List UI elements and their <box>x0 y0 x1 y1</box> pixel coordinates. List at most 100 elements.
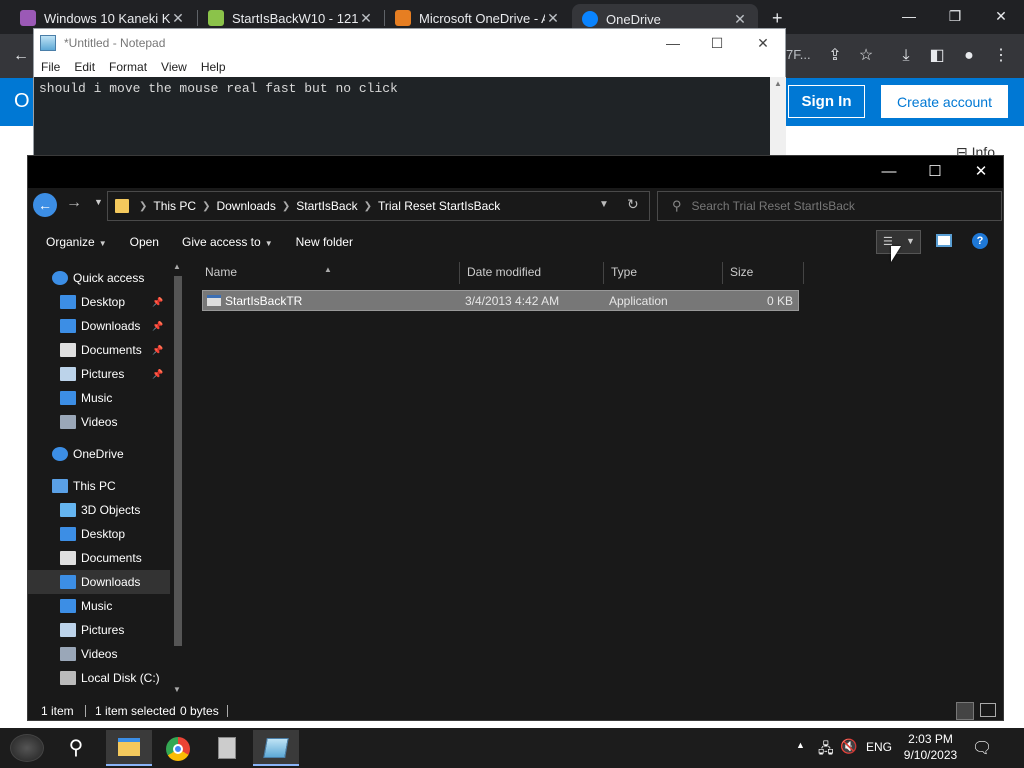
column-header-type[interactable]: Type <box>604 262 723 284</box>
column-header-name[interactable]: Name ▲ <box>198 262 460 284</box>
profile-icon[interactable]: ● <box>956 43 982 69</box>
share-icon[interactable]: ⇪ <box>822 43 848 69</box>
nav-item-desktop[interactable]: Desktop 📌 <box>28 290 170 314</box>
network-icon[interactable]: 🖧 <box>818 738 834 762</box>
menu-view[interactable]: View <box>154 57 194 77</box>
open-button[interactable]: Open <box>130 235 159 249</box>
back-arrow-icon[interactable]: ← <box>8 43 34 69</box>
tab-title: OneDrive <box>606 11 661 27</box>
preview-pane-icon[interactable] <box>936 234 952 247</box>
chrome-minimize-button[interactable]: — <box>886 4 932 28</box>
nav-item-desktop[interactable]: Desktop <box>28 522 170 546</box>
recent-locations-chevron-icon[interactable]: ▼ <box>94 197 103 207</box>
tab-title: StartIsBackW10 - 121e <box>232 10 358 26</box>
navigation-scrollbar[interactable]: ▲ ▼ <box>170 260 185 700</box>
new-folder-button[interactable]: New folder <box>296 235 353 249</box>
menu-edit[interactable]: Edit <box>67 57 102 77</box>
nav-item-label: Pictures <box>81 367 125 381</box>
chevron-right-icon[interactable]: ❯ <box>202 201 210 212</box>
address-dropdown-icon[interactable]: ▼ <box>599 199 609 210</box>
taskbar-chrome[interactable] <box>155 730 201 766</box>
nav-item-documents[interactable]: Documents 📌 <box>28 338 170 362</box>
scroll-up-icon[interactable]: ▲ <box>173 262 181 271</box>
column-header-size[interactable]: Size <box>723 262 804 284</box>
large-icons-view-toggle-icon[interactable] <box>980 703 996 717</box>
notepad-minimize-button[interactable]: — <box>651 33 695 53</box>
nav-item-pictures[interactable]: Pictures <box>28 618 170 642</box>
address-fragment[interactable]: 7F... <box>786 47 811 62</box>
volume-muted-icon[interactable]: 🔇 <box>840 738 857 755</box>
notepad-text-area[interactable]: should i move the mouse real fast but no… <box>34 77 770 159</box>
breadcrumb-trial-reset[interactable]: Trial Reset StartIsBack <box>378 199 500 213</box>
brand-letter: O <box>14 90 30 112</box>
notepad-close-button[interactable]: ✕ <box>741 33 785 53</box>
nav-item-quick-access[interactable]: Quick access <box>28 266 170 290</box>
notepad-scrollbar[interactable]: ▲ <box>770 77 786 159</box>
explorer-maximize-button[interactable]: ☐ <box>912 160 958 184</box>
side-panel-icon[interactable]: ◧ <box>924 43 950 69</box>
nav-item-local-disk-c[interactable]: Local Disk (C:) <box>28 666 170 690</box>
menu-help[interactable]: Help <box>194 57 233 77</box>
scroll-down-icon[interactable]: ▼ <box>173 685 181 694</box>
details-view-toggle-icon[interactable] <box>956 702 974 720</box>
nav-item-documents[interactable]: Documents <box>28 546 170 570</box>
language-indicator[interactable]: ENG <box>866 740 892 754</box>
nav-item-downloads[interactable]: Downloads <box>28 570 170 594</box>
nav-item-videos[interactable]: Videos <box>28 410 170 434</box>
action-center-icon[interactable]: 🗨 <box>972 738 992 758</box>
tab-close-icon[interactable]: ✕ <box>170 10 186 27</box>
forward-button[interactable]: → <box>66 194 82 212</box>
tab-close-icon[interactable]: ✕ <box>545 10 561 27</box>
scroll-up-icon[interactable]: ▲ <box>774 79 782 88</box>
tab-close-icon[interactable]: ✕ <box>358 10 374 27</box>
chevron-right-icon[interactable]: ❯ <box>364 201 372 212</box>
search-placeholder: Search Trial Reset StartIsBack <box>691 199 855 213</box>
chrome-close-button[interactable]: ✕ <box>978 4 1024 28</box>
nav-item-3d-objects[interactable]: 3D Objects <box>28 498 170 522</box>
taskbar-app-3[interactable] <box>204 730 250 766</box>
nav-item-videos[interactable]: Videos <box>28 642 170 666</box>
nav-item-music[interactable]: Music <box>28 386 170 410</box>
breadcrumb-downloads[interactable]: Downloads <box>216 199 275 213</box>
create-account-button[interactable]: Create account <box>881 85 1008 118</box>
nav-item-onedrive[interactable]: OneDrive <box>28 442 170 466</box>
column-header-date[interactable]: Date modified <box>460 262 604 284</box>
nav-item-pictures[interactable]: Pictures 📌 <box>28 362 170 386</box>
chrome-restore-button[interactable]: ❐ <box>932 4 978 28</box>
notepad-maximize-button[interactable]: ☐ <box>695 33 739 53</box>
refresh-icon[interactable]: ↻ <box>627 196 639 213</box>
explorer-close-button[interactable]: ✕ <box>958 160 1004 184</box>
start-button[interactable] <box>10 734 44 762</box>
show-hidden-icons-chevron-icon[interactable]: ▲ <box>796 740 805 750</box>
back-button[interactable]: ← <box>33 193 57 217</box>
tab-close-icon[interactable]: ✕ <box>732 11 748 28</box>
sign-in-button[interactable]: Sign In <box>788 85 865 118</box>
taskbar-search-icon[interactable]: ⚲ <box>60 735 92 763</box>
give-access-button[interactable]: Give access to ▼ <box>182 235 273 249</box>
taskbar-notepad[interactable] <box>253 730 299 766</box>
download-icon[interactable]: ⤓ <box>893 43 919 69</box>
nav-item-this-pc[interactable]: This PC <box>28 474 170 498</box>
help-icon[interactable]: ? <box>972 233 988 249</box>
chevron-down-icon[interactable]: ▼ <box>906 236 915 246</box>
explorer-minimize-button[interactable]: — <box>866 160 912 184</box>
chevron-right-icon[interactable]: ❯ <box>139 201 147 212</box>
taskbar-clock[interactable]: 2:03 PM 9/10/2023 <box>903 731 958 763</box>
menu-file[interactable]: File <box>34 57 67 77</box>
taskbar-file-explorer[interactable] <box>106 730 152 766</box>
breadcrumb-startisback[interactable]: StartIsBack <box>296 199 357 213</box>
breadcrumb-this-pc[interactable]: This PC <box>153 199 196 213</box>
menu-dots-icon[interactable]: ⋮ <box>988 43 1014 69</box>
scroll-thumb[interactable] <box>174 276 182 646</box>
file-row-selected[interactable]: StartIsBackTR 3/4/2013 4:42 AM Applicati… <box>202 290 799 311</box>
organize-button[interactable]: Organize ▼ <box>46 235 107 249</box>
document-icon <box>60 343 76 357</box>
clock-time: 2:03 PM <box>908 732 953 746</box>
search-box[interactable]: ⚲ Search Trial Reset StartIsBack <box>657 191 1002 221</box>
chevron-right-icon[interactable]: ❯ <box>282 201 290 212</box>
address-bar[interactable]: ❯ This PC ❯ Downloads ❯ StartIsBack ❯ Tr… <box>107 191 650 221</box>
menu-format[interactable]: Format <box>102 57 154 77</box>
nav-item-music[interactable]: Music <box>28 594 170 618</box>
bookmark-star-icon[interactable]: ☆ <box>853 43 879 69</box>
nav-item-downloads[interactable]: Downloads 📌 <box>28 314 170 338</box>
